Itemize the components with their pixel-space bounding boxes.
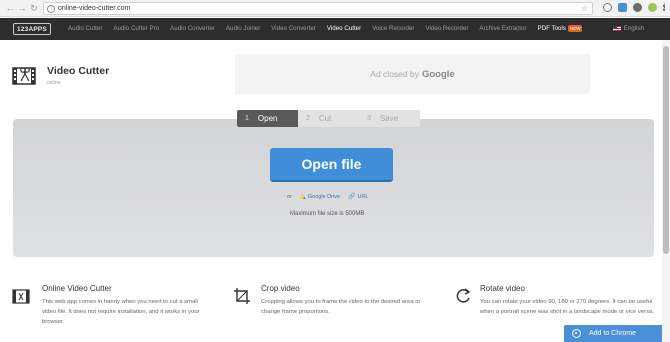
- film-scissors-icon: [12, 289, 30, 304]
- nav-item-label: PDF Tools: [537, 25, 566, 33]
- scrollbar-thumb[interactable]: [663, 46, 669, 254]
- add-to-chrome-label: Add to Chrome: [589, 330, 637, 337]
- max-file-size-note: Maximum file size is 500MB: [290, 211, 365, 217]
- language-label: English: [623, 25, 644, 32]
- step-open[interactable]: 1 Open: [237, 110, 298, 127]
- upload-panel: [13, 119, 654, 257]
- step-cut[interactable]: 2 Cut: [298, 110, 359, 127]
- nav-item-active[interactable]: Video Cutter: [327, 25, 361, 32]
- extension-icon[interactable]: [618, 3, 627, 12]
- step-label: Save: [379, 114, 399, 123]
- step-number: 1: [245, 115, 249, 122]
- extension-icon[interactable]: [633, 3, 642, 12]
- nav-item-pdf-tools[interactable]: PDF Tools NEW: [537, 25, 583, 33]
- new-badge: NEW: [567, 25, 583, 33]
- feature-description: You can rotate your video 90, 180 or 270…: [480, 299, 654, 315]
- app-title: Video Cutter: [47, 65, 110, 77]
- extension-icon[interactable]: [603, 3, 612, 12]
- feature-title: Rotate video: [480, 284, 525, 293]
- url-link[interactable]: URL: [357, 194, 368, 200]
- nav-item[interactable]: Voice Recorder: [372, 25, 414, 32]
- url-text: online-video-cutter.com: [58, 5, 131, 12]
- feature-description: Cropping allows you to frame the video t…: [261, 299, 421, 315]
- feature-title: Crop video: [261, 284, 300, 293]
- feature-title: Online Video Cutter: [42, 284, 112, 293]
- extension-icons: [603, 3, 666, 12]
- step-number: 3: [367, 115, 371, 122]
- google-drive-icon: [299, 194, 306, 199]
- step-number: 2: [306, 115, 310, 122]
- ad-placeholder: Ad closed by Google: [235, 54, 590, 94]
- extension-icon[interactable]: [648, 3, 657, 12]
- page-scrollbar[interactable]: [662, 40, 670, 342]
- site-navbar: 123APPS Audio Cutter Audio Cutter Pro Au…: [0, 18, 670, 40]
- google-drive-link[interactable]: Google Drive: [308, 194, 340, 200]
- alternative-sources: or Google Drive 🔗 URL: [287, 193, 377, 201]
- info-icon[interactable]: i: [47, 4, 55, 13]
- nav-item[interactable]: Archive Extractor: [479, 25, 526, 32]
- language-selector[interactable]: English: [612, 25, 644, 32]
- reload-icon[interactable]: ↻: [28, 1, 40, 15]
- open-file-button[interactable]: Open file: [270, 148, 393, 182]
- google-label: Google: [421, 68, 455, 80]
- nav-item[interactable]: Audio Joiner: [226, 25, 260, 32]
- add-to-chrome-button[interactable]: Add to Chrome: [564, 325, 670, 342]
- step-label: Open: [257, 114, 278, 123]
- ad-text: Ad closed by: [370, 69, 419, 79]
- link-icon: 🔗: [348, 194, 356, 200]
- rotate-icon: [456, 288, 471, 303]
- step-label: Cut: [318, 114, 332, 123]
- nav-links: Audio Cutter Audio Cutter Pro Audio Conv…: [68, 25, 593, 33]
- browser-toolbar: ← → ↻ i online-video-cutter.com ☆: [0, 0, 670, 17]
- nav-item[interactable]: Audio Cutter: [68, 25, 102, 32]
- address-bar[interactable]: i online-video-cutter.com ☆: [43, 2, 593, 15]
- back-arrow-icon[interactable]: ←: [4, 1, 16, 15]
- step-tabs: 1 Open 2 Cut 3 Save: [237, 110, 420, 127]
- or-label: or: [287, 193, 292, 200]
- nav-item[interactable]: Video Converter: [271, 25, 316, 32]
- flag-icon: [612, 26, 621, 31]
- chrome-icon: [572, 329, 581, 338]
- crop-icon: [234, 288, 250, 304]
- nav-item[interactable]: Audio Cutter Pro: [113, 25, 159, 32]
- forward-arrow-icon[interactable]: →: [16, 1, 28, 15]
- browser-menu-icon[interactable]: [663, 3, 666, 12]
- nav-item[interactable]: Video Recorder: [426, 25, 469, 32]
- video-cutter-logo-icon: [12, 67, 36, 85]
- nav-item[interactable]: Audio Converter: [170, 25, 215, 32]
- step-save[interactable]: 3 Save: [359, 110, 420, 127]
- app-subtitle: online: [47, 80, 61, 86]
- feature-description: This web app comes in handy when you nee…: [42, 299, 200, 325]
- site-logo[interactable]: 123APPS: [13, 23, 51, 35]
- bookmark-star-icon[interactable]: ☆: [581, 4, 588, 13]
